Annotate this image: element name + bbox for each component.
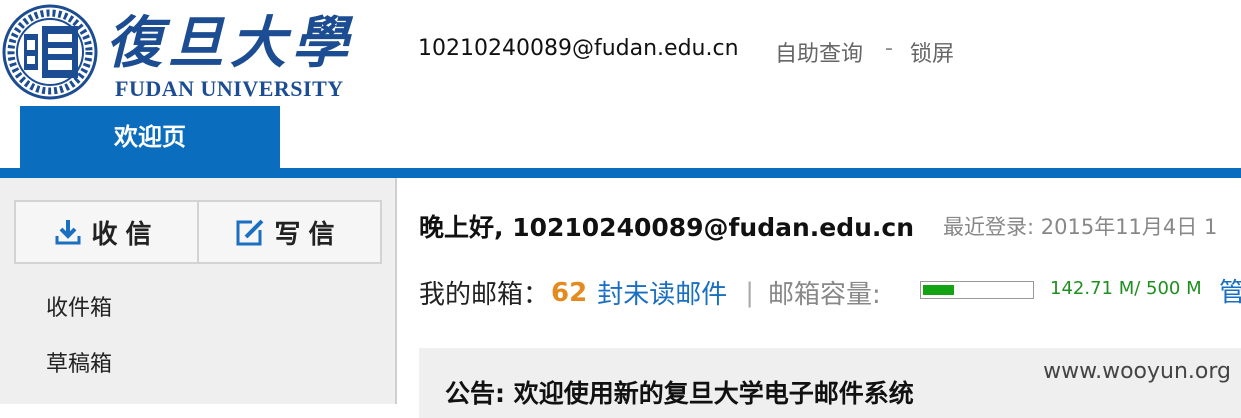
compose-mail-button[interactable]: 写信 xyxy=(198,202,379,262)
sidebar: 收信 写信 收件箱 草稿箱 xyxy=(0,178,397,404)
capacity-progress-bar xyxy=(920,281,1034,299)
sidebar-item-drafts[interactable]: 草稿箱 xyxy=(46,346,112,378)
mailbox-summary: 我的邮箱： 62 封未读邮件 | 邮箱容量: xyxy=(419,274,881,311)
unread-mail-link[interactable]: 封未读邮件 xyxy=(597,274,727,311)
sidebar-item-inbox[interactable]: 收件箱 xyxy=(46,290,112,322)
capacity-label: 邮箱容量: xyxy=(767,280,881,310)
capacity-text: 142.71 M/ 500 M xyxy=(1050,278,1202,299)
user-email: 10210240089@fudan.edu.cn xyxy=(418,36,739,61)
capacity-progress-fill xyxy=(923,285,954,295)
lock-screen-link[interactable]: 锁屏 xyxy=(910,36,954,68)
logo-english-name: FUDAN UNIVERSITY xyxy=(115,76,344,101)
tab-welcome[interactable]: 欢迎页 xyxy=(20,106,280,168)
logo-chinese-name: 復旦大學 xyxy=(106,10,354,76)
header: 復旦大學 FUDAN UNIVERSITY 10210240089@fudan.… xyxy=(0,0,1241,168)
university-seal-icon xyxy=(2,4,98,100)
self-query-link[interactable]: 自助查询 xyxy=(775,36,863,68)
download-icon xyxy=(55,220,81,245)
announcement-title[interactable]: 公告: 欢迎使用新的复旦大学电子邮件系统 xyxy=(445,374,914,410)
receive-mail-button[interactable]: 收信 xyxy=(16,202,199,262)
compose-mail-label: 写信 xyxy=(274,219,343,250)
unread-count[interactable]: 62 xyxy=(551,278,587,308)
summary-divider: | xyxy=(745,277,754,308)
nav-bar-divider xyxy=(0,168,1241,178)
fudan-logo[interactable]: 復旦大學 FUDAN UNIVERSITY xyxy=(0,0,360,104)
edit-icon xyxy=(236,219,264,246)
greeting: 晚上好, 10210240089@fudan.edu.cn xyxy=(419,213,915,242)
mailbox-label: 我的邮箱： xyxy=(419,280,550,310)
main-content: 晚上好, 10210240089@fudan.edu.cn 最近登录: 2015… xyxy=(397,178,1241,418)
last-login: 最近登录: 2015年11月4日 1 xyxy=(943,215,1218,239)
watermark: www.wooyun.org xyxy=(1043,359,1231,384)
link-separator: - xyxy=(885,36,893,61)
manage-link[interactable]: 管 xyxy=(1219,272,1241,309)
mail-action-buttons: 收信 写信 xyxy=(14,200,382,264)
receive-mail-label: 收信 xyxy=(91,219,160,250)
